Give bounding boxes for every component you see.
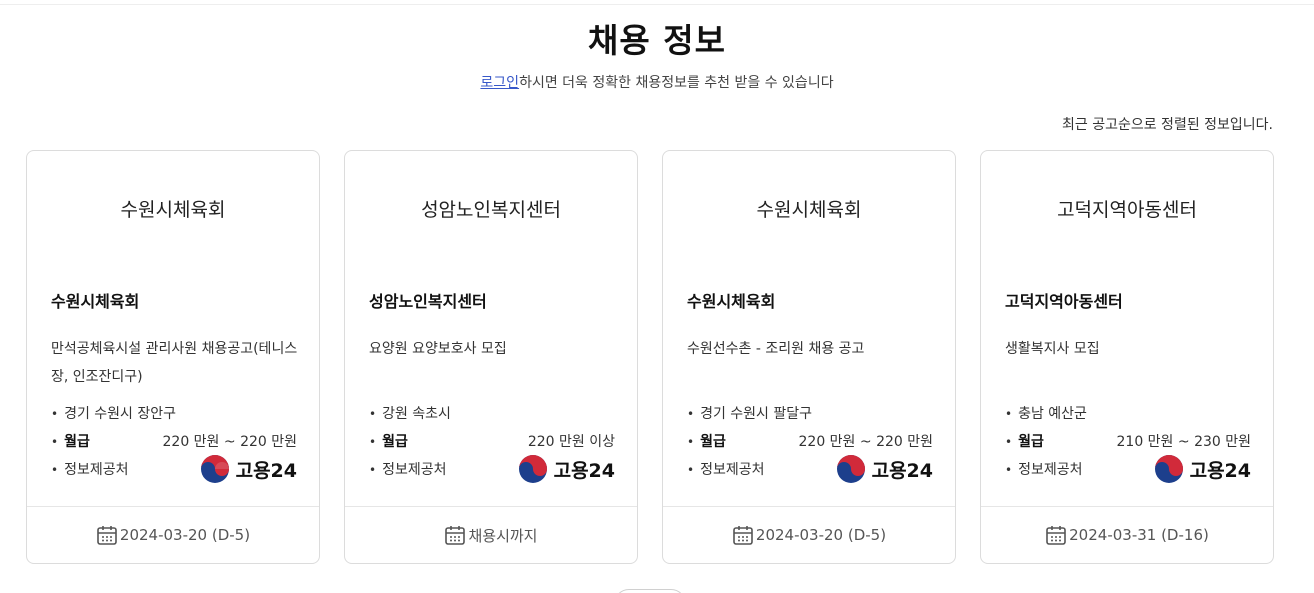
top-divider [0,4,1314,5]
card-location-text: 경기 수원시 팔달구 [700,406,813,422]
card-pay-label: 월급 [64,434,90,450]
card-deadline-text: 2024-03-31 (D-16) [1069,526,1209,544]
login-prompt: 로그인하시면 더욱 정확한 채용정보를 추천 받을 수 있습니다 [0,72,1314,92]
card-pay: • 월급 220 만원 이상 [369,431,615,451]
bullet: • [51,435,59,449]
card-pay-value: 220 만원 ~ 220 만원 [798,434,934,450]
card-location-text: 강원 속초시 [382,406,451,422]
bullet: • [1005,463,1013,477]
job-card[interactable]: 고덕지역아동센터 고덕지역아동센터 생활복지사 모집 • 충남 예산군 • 월급 2… [980,150,1274,564]
card-org-title: 고덕지역아동센터 [1057,199,1197,221]
card-org-title: 성암노인복지센터 [421,199,561,221]
card-pay-label: 월급 [1018,434,1044,450]
card-divider [981,506,1273,507]
card-source-label: 정보제공처 [700,462,765,478]
goyong24-logo: 고용24 [1154,454,1251,484]
card-pay-value: 210 만원 ~ 230 만원 [1116,434,1252,450]
card-deadline: 2024-03-20 (D-5) [27,524,319,546]
load-more-button[interactable] [614,589,686,593]
bullet: • [687,463,695,477]
card-pay: • 월급 210 만원 ~ 230 만원 [1005,431,1251,451]
card-deadline-text: 2024-03-20 (D-5) [119,526,251,544]
government-emblem-icon [836,455,865,483]
card-pay-label: 월급 [700,434,726,450]
bullet: • [1005,407,1013,421]
card-source-label: 정보제공처 [382,462,447,478]
card-org-name: 고덕지역아동센터 [1005,292,1123,311]
card-pay-value: 220 만원 ~ 220 만원 [162,434,298,450]
card-location: • 경기 수원시 팔달구 [687,403,933,423]
card-location: • 충남 예산군 [1005,403,1251,423]
logo-text: 고용24 [235,459,297,482]
card-deadline: 2024-03-31 (D-16) [981,524,1273,546]
card-deadline-text: 채용시까지 [468,526,538,545]
job-card-list: 수원시체육회 수원시체육회 만석공체육시설 관리사원 채용공고(테니스장, 인조… [26,150,1274,564]
card-pay: • 월급 220 만원 ~ 220 만원 [51,431,297,451]
job-card[interactable]: 수원시체육회 수원시체육회 수원선수촌 - 조리원 채용 공고 • 경기 수원시 … [662,150,956,564]
logo-text: 고용24 [1189,459,1251,482]
card-pay-label: 월급 [382,434,408,450]
card-job-title: 생활복지사 모집 [1005,341,1100,357]
government-emblem-icon [1154,455,1183,483]
job-card[interactable]: 수원시체육회 수원시체육회 만석공체육시설 관리사원 채용공고(테니스장, 인조… [26,150,320,564]
goyong24-logo: 고용24 [200,454,297,484]
card-source: • 정보제공처 고용24 [369,455,615,483]
card-org-title: 수원시체육회 [120,199,226,221]
card-location-text: 충남 예산군 [1018,406,1087,422]
card-divider [345,506,637,507]
card-source: • 정보제공처 고용24 [687,455,933,483]
card-location-text: 경기 수원시 장안구 [64,406,177,422]
card-source-label: 정보제공처 [64,462,129,478]
login-prompt-text: 하시면 더욱 정확한 채용정보를 추천 받을 수 있습니다 [519,75,834,91]
card-divider [663,506,955,507]
government-emblem-icon [200,455,229,483]
card-org-name: 성암노인복지센터 [369,292,487,311]
sort-note: 최근 공고순으로 정렬된 정보입니다. [1062,117,1273,133]
logo-text: 고용24 [871,459,933,482]
goyong24-logo: 고용24 [518,454,615,484]
logo-text: 고용24 [553,459,615,482]
card-source: • 정보제공처 고용24 [51,455,297,483]
login-link[interactable]: 로그인 [480,75,519,91]
card-source: • 정보제공처 고용24 [1005,455,1251,483]
bullet: • [687,407,695,421]
bullet: • [369,435,377,449]
page-title: 채용 정보 [588,21,726,60]
card-location: • 경기 수원시 장안구 [51,403,297,423]
bullet: • [1005,435,1013,449]
card-deadline: 2024-03-20 (D-5) [663,524,955,546]
card-deadline-text: 2024-03-20 (D-5) [755,526,887,544]
card-deadline: 채용시까지 [345,524,637,546]
card-location: • 강원 속초시 [369,403,615,423]
card-org-title: 수원시체육회 [756,199,862,221]
bullet: • [687,435,695,449]
card-org-name: 수원시체육회 [687,292,776,311]
card-job-title: 수원선수촌 - 조리원 채용 공고 [687,341,865,357]
card-org-name: 수원시체육회 [51,292,140,311]
card-job-title: 만석공체육시설 관리사원 채용공고(테니스장, 인조잔디구) [51,341,298,385]
bullet: • [51,463,59,477]
calendar-icon [1046,526,1066,545]
card-job-title: 요양원 요양보호사 모집 [369,341,507,357]
card-pay: • 월급 220 만원 ~ 220 만원 [687,431,933,451]
goyong24-logo: 고용24 [836,454,933,484]
bullet: • [369,463,377,477]
bullet: • [369,407,377,421]
card-divider [27,506,319,507]
bullet: • [51,407,59,421]
calendar-icon [733,526,753,545]
job-card[interactable]: 성암노인복지센터 성암노인복지센터 요양원 요양보호사 모집 • 강원 속초시 •… [344,150,638,564]
calendar-icon [445,526,466,545]
card-source-label: 정보제공처 [1018,462,1083,478]
government-emblem-icon [518,455,547,483]
card-pay-value: 220 만원 이상 [527,434,615,450]
calendar-icon [97,526,117,545]
